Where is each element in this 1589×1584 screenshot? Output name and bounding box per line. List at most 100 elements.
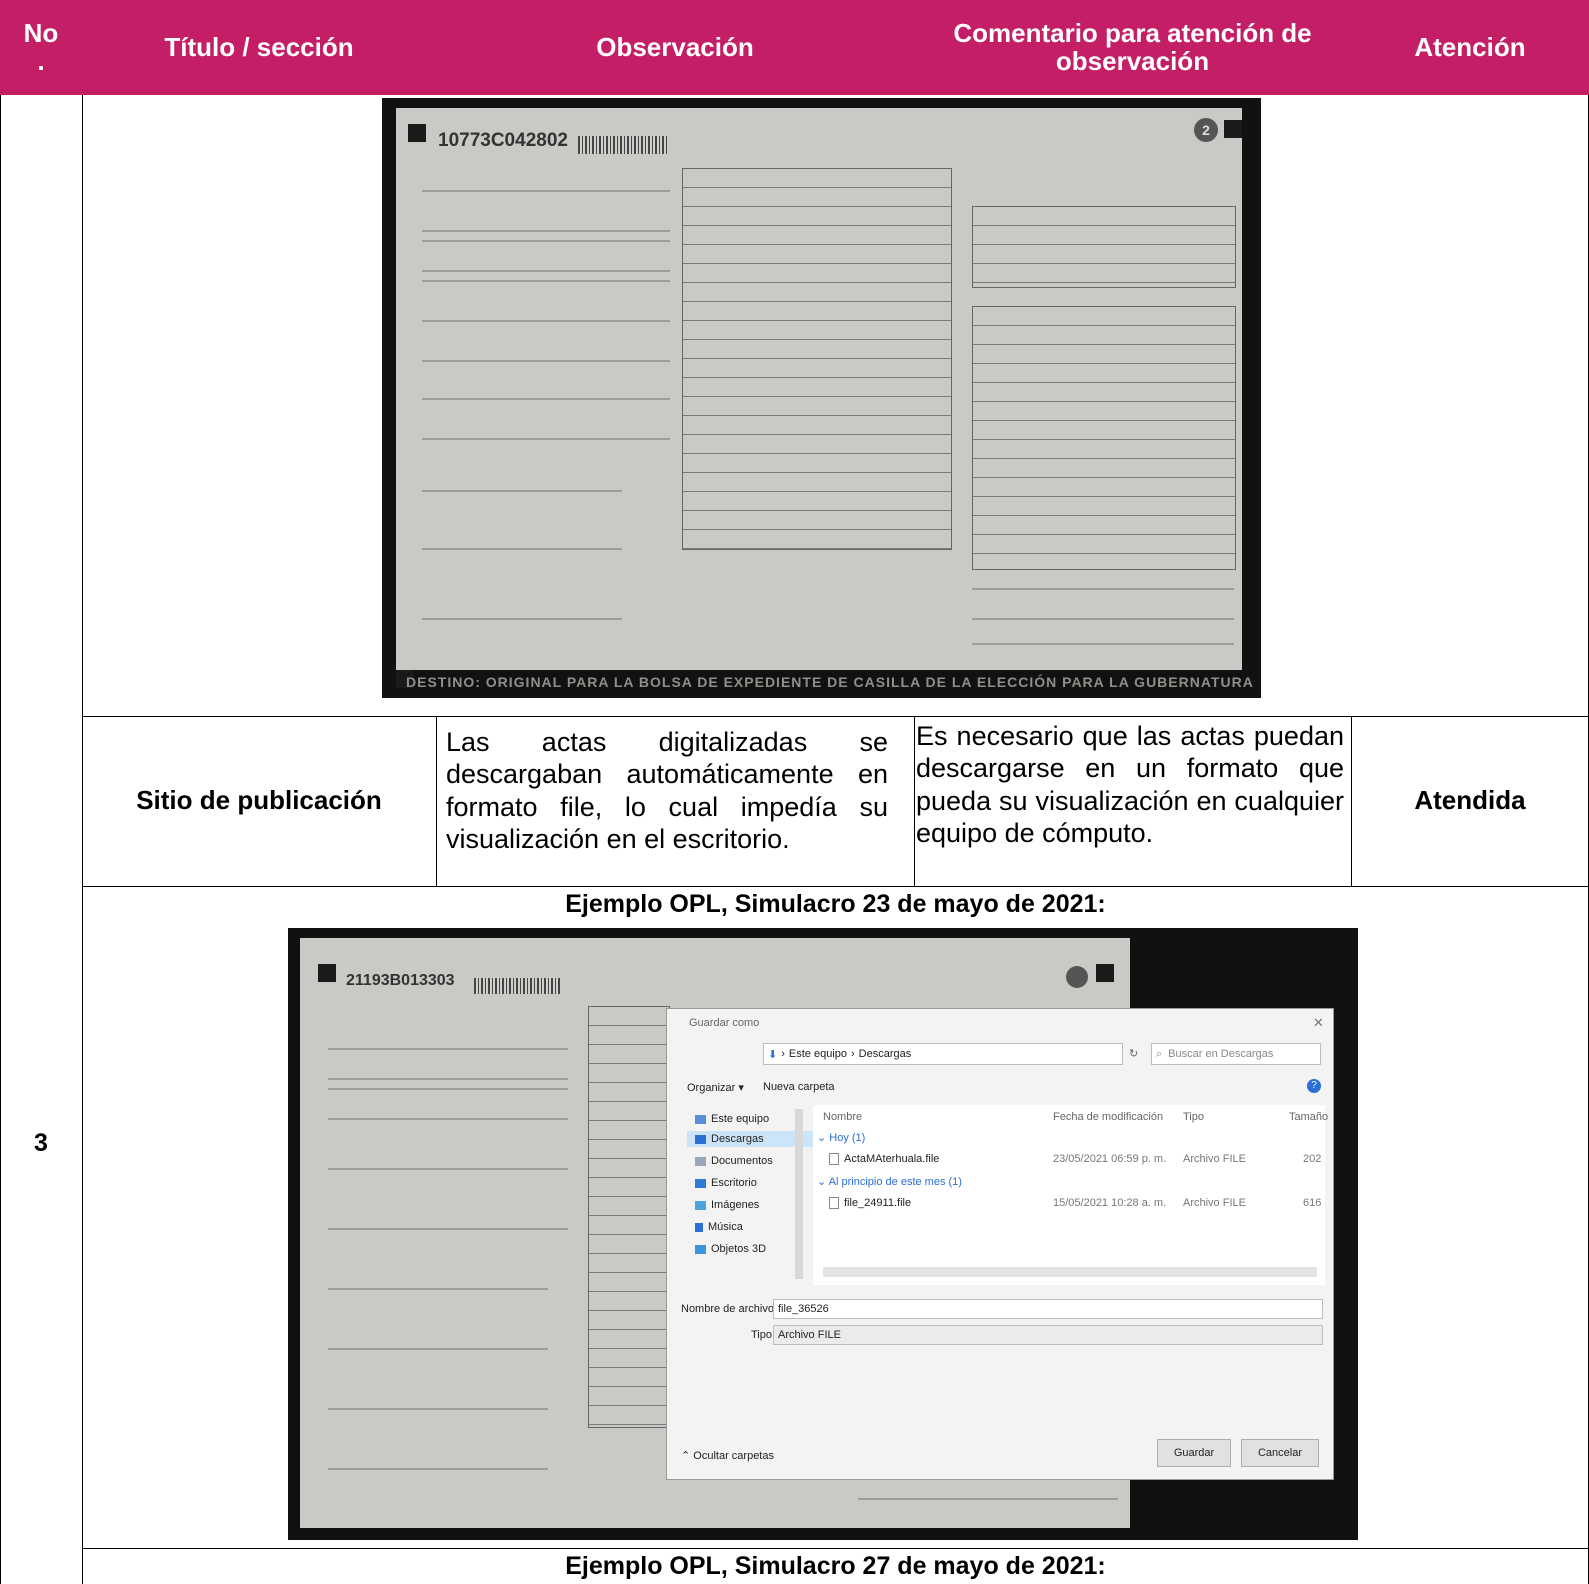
documents-icon	[695, 1156, 706, 1166]
nav-item-pictures[interactable]: Imágenes	[695, 1199, 759, 1211]
nav-item-documents[interactable]: Documentos	[695, 1155, 773, 1167]
refresh-icon[interactable]: ↻	[1129, 1047, 1138, 1060]
vote-grid	[682, 168, 952, 550]
vote-grid	[588, 1006, 670, 1428]
table-border-left	[0, 95, 1, 1584]
text-line	[328, 1118, 568, 1120]
address-sep: ›	[851, 1048, 855, 1060]
text-line	[422, 190, 670, 192]
nav-scrollbar[interactable]	[795, 1109, 803, 1279]
text-line	[328, 1408, 548, 1410]
search-input[interactable]: ⌕ Buscar en Descargas	[1151, 1043, 1321, 1065]
cell-comment: Es necesario que las actas puedan descar…	[916, 721, 1344, 849]
text-line	[328, 1048, 568, 1050]
nav-item-this-pc[interactable]: Este equipo	[695, 1113, 769, 1125]
address-bar[interactable]: ⬇ › Este equipo › Descargas	[763, 1043, 1123, 1065]
cell-divider-observation	[914, 716, 915, 886]
nav-pane: Este equipo Descargas Documentos Escrito…	[677, 1105, 813, 1285]
cancel-button[interactable]: Cancelar	[1241, 1439, 1319, 1467]
file-date: 15/05/2021 10:28 a. m.	[1053, 1197, 1167, 1209]
file-row[interactable]: ActaMAterhuala.file	[829, 1153, 939, 1166]
address-sep: ›	[781, 1048, 785, 1060]
horizontal-scrollbar[interactable]	[823, 1267, 1317, 1277]
text-line	[328, 1168, 568, 1170]
corner-marker	[408, 124, 426, 142]
dialog-title: Guardar como	[689, 1017, 760, 1029]
nav-item-desktop[interactable]: Escritorio	[695, 1177, 757, 1189]
pictures-icon	[695, 1200, 706, 1210]
header-col-observation: Observación	[436, 0, 914, 95]
barcode	[474, 978, 560, 994]
acta-id: 10773C042802	[438, 130, 568, 151]
file-icon	[829, 1197, 839, 1210]
column-date[interactable]: Fecha de modificación	[1053, 1111, 1163, 1123]
header-col-no: No .	[0, 0, 82, 95]
example-caption-1: Ejemplo OPL, Simulacro 23 de mayo de 202…	[565, 890, 1106, 918]
nav-item-music[interactable]: Música	[695, 1221, 743, 1233]
path-downloads[interactable]: Descargas	[859, 1048, 912, 1060]
column-name[interactable]: Nombre	[823, 1111, 862, 1123]
file-size: 616	[1303, 1197, 1322, 1209]
search-placeholder: Buscar en Descargas	[1168, 1048, 1274, 1060]
column-type[interactable]: Tipo	[1183, 1111, 1204, 1123]
file-icon	[829, 1153, 839, 1166]
file-date: 23/05/2021 06:59 p. m.	[1053, 1153, 1167, 1165]
file-type: Archivo FILE	[1183, 1153, 1246, 1165]
text-line	[422, 230, 670, 232]
cube-icon	[695, 1244, 706, 1254]
results-grid-1	[972, 206, 1236, 288]
header-col-title: Título / sección	[82, 0, 436, 95]
help-icon[interactable]: ?	[1307, 1079, 1321, 1093]
header-col-attention: Atención	[1351, 0, 1589, 95]
file-size: 202	[1303, 1153, 1322, 1165]
corner-marker	[1096, 964, 1114, 982]
music-icon	[695, 1222, 703, 1232]
text-line	[972, 643, 1234, 645]
filename-label: Nombre de archivo:	[681, 1303, 777, 1315]
dialog-close-icon[interactable]: ✕	[1313, 1015, 1324, 1031]
text-line	[328, 1228, 568, 1230]
barcode	[578, 136, 668, 154]
text-line	[328, 1468, 548, 1470]
filename-field[interactable]: file_36526	[773, 1299, 1323, 1319]
text-line	[422, 398, 670, 400]
text-line	[972, 588, 1234, 590]
cell-observation: Las actas digitalizadas se descargaban a…	[446, 727, 888, 855]
text-line	[328, 1088, 568, 1090]
group-today[interactable]: ⌄ Hoy (1)	[817, 1131, 865, 1144]
cell-divider-title	[436, 716, 437, 886]
text-line	[328, 1348, 548, 1350]
organize-button[interactable]: Organizar ▾	[687, 1081, 744, 1094]
hide-folders-button[interactable]: ⌃ Ocultar carpetas	[681, 1449, 774, 1462]
header-col-comment: Comentario para atención de observación	[914, 0, 1351, 95]
page-number-circle: 2	[1194, 118, 1218, 142]
text-line	[422, 438, 670, 440]
text-line	[422, 270, 670, 272]
nav-item-3d-objects[interactable]: Objetos 3D	[695, 1243, 766, 1255]
cell-title: Sitio de publicación	[136, 785, 382, 816]
acta-scan-photo-2: 21193B013303 Guardar como ✕ ⬇ › Este equ…	[288, 928, 1358, 1540]
type-select[interactable]: Archivo FILE	[773, 1325, 1323, 1345]
row-divider-2	[82, 886, 1589, 887]
example-caption-2: Ejemplo OPL, Simulacro 27 de mayo de 202…	[565, 1552, 1106, 1580]
text-line	[972, 618, 1234, 620]
desktop-icon	[695, 1178, 706, 1188]
column-size[interactable]: Tamaño	[1289, 1111, 1328, 1123]
text-line	[422, 240, 670, 242]
path-this-pc[interactable]: Este equipo	[789, 1048, 847, 1060]
text-line	[422, 490, 622, 492]
downloads-arrow-icon: ⬇	[768, 1048, 778, 1061]
results-grid-2	[972, 306, 1236, 570]
new-folder-button[interactable]: Nueva carpeta	[763, 1081, 835, 1093]
text-line	[422, 320, 670, 322]
downloads-icon	[695, 1134, 706, 1144]
row-number: 3	[34, 1129, 48, 1157]
group-month[interactable]: ⌄ Al principio de este mes (1)	[817, 1175, 962, 1188]
text-line	[422, 618, 622, 620]
save-button[interactable]: Guardar	[1157, 1439, 1231, 1467]
cell-attention: Atendida	[1414, 785, 1526, 816]
file-list: Nombre Fecha de modificación Tipo Tamaño…	[813, 1105, 1328, 1285]
file-row[interactable]: file_24911.file	[829, 1197, 911, 1210]
page-number-circle	[1066, 966, 1088, 988]
type-label: Tipo:	[751, 1329, 776, 1341]
